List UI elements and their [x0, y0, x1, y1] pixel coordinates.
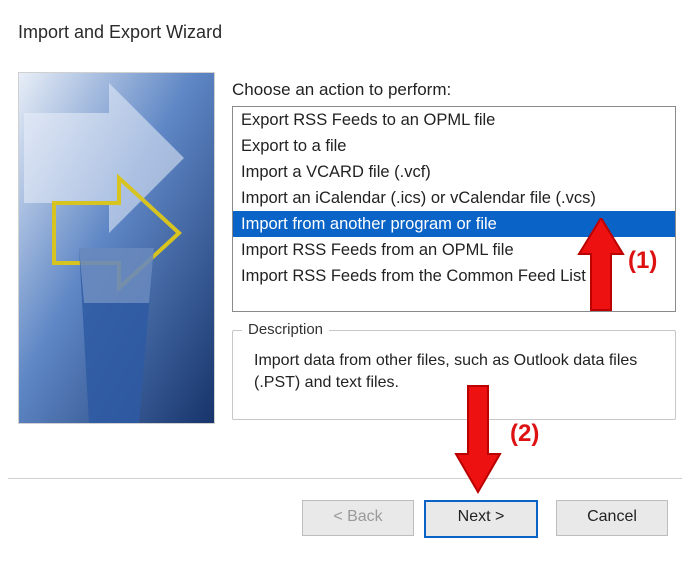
window-title: Import and Export Wizard — [18, 22, 222, 43]
description-text: Import data from other files, such as Ou… — [254, 350, 652, 394]
back-button: < Back — [302, 500, 414, 536]
action-item[interactable]: Import an iCalendar (.ics) or vCalendar … — [233, 185, 675, 211]
action-item[interactable]: Import RSS Feeds from the Common Feed Li… — [233, 263, 675, 289]
action-listbox[interactable]: Export RSS Feeds to an OPML fileExport t… — [232, 106, 676, 312]
cancel-button[interactable]: Cancel — [556, 500, 668, 536]
description-group: Description Import data from other files… — [232, 320, 674, 418]
action-item[interactable]: Import a VCARD file (.vcf) — [233, 159, 675, 185]
action-item[interactable]: Import RSS Feeds from an OPML file — [233, 237, 675, 263]
action-item[interactable]: Export RSS Feeds to an OPML file — [233, 107, 675, 133]
button-separator — [8, 478, 682, 479]
action-item[interactable]: Export to a file — [233, 133, 675, 159]
action-prompt: Choose an action to perform: — [232, 80, 451, 100]
illustration-svg — [19, 73, 214, 423]
annotation-label-2: (2) — [510, 420, 539, 448]
wizard-illustration — [18, 72, 215, 424]
description-label: Description — [242, 321, 329, 338]
button-row: < Back Next > Cancel — [0, 500, 690, 538]
action-item[interactable]: Import from another program or file — [233, 211, 675, 237]
next-button[interactable]: Next > — [424, 500, 538, 538]
wizard-window: Import and Export Wizard Ch — [0, 0, 690, 562]
